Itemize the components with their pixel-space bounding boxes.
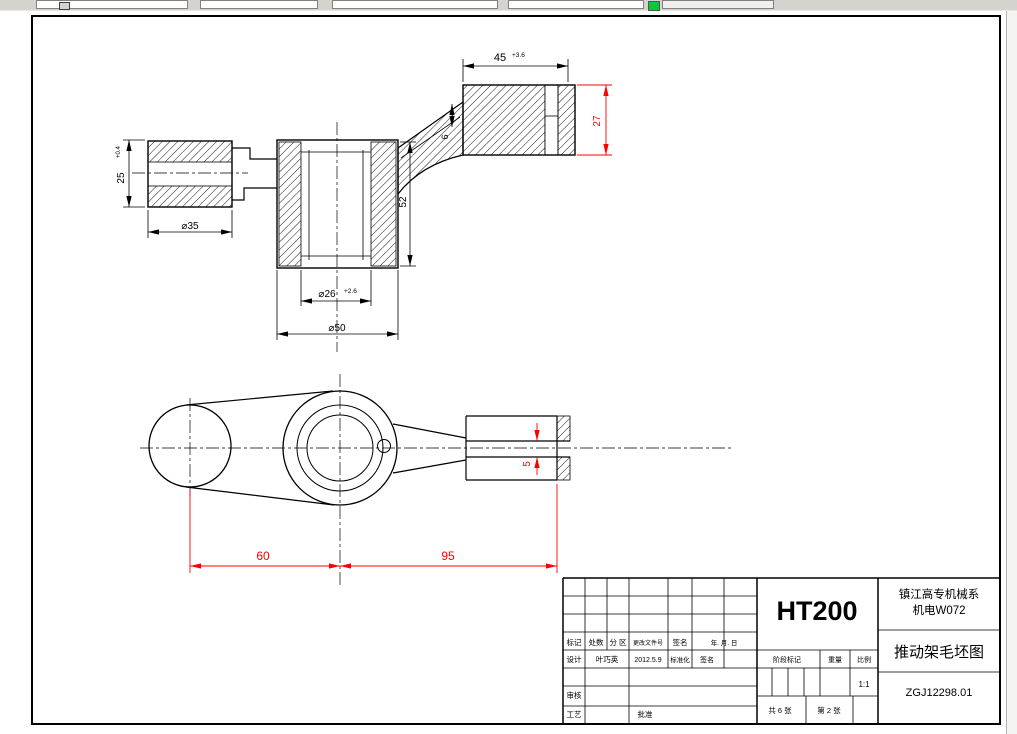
header-count: 处数 — [589, 637, 604, 647]
process-label: 工艺 — [567, 710, 582, 719]
section-connector[interactable] — [232, 147, 277, 201]
app-window: 45 +3.6 25 +0.4 ⌀35 ⌀26 +2.6 ⌀50 52 6 27… — [0, 0, 1017, 734]
sheet-number: 第 2 张 — [817, 705, 841, 715]
dim-25-label: 25 — [116, 172, 127, 184]
toolbar — [0, 0, 1017, 11]
org-name-line1: 镇江高专机械系 — [899, 587, 980, 601]
dim-5-label: 5 — [522, 461, 533, 467]
material-label: HT200 — [776, 596, 857, 626]
toolbar-panel[interactable] — [36, 0, 188, 10]
linetype-dropdown[interactable] — [332, 0, 498, 9]
approve-label: 批准 — [638, 709, 653, 719]
header-signature: 签名 — [673, 637, 688, 647]
dim-95-label: 95 — [441, 549, 455, 563]
section-left-tube[interactable] — [147, 140, 233, 208]
design-label: 设计 — [567, 654, 582, 664]
lineweight-dropdown[interactable] — [508, 0, 644, 9]
dim-dia26-label: ⌀26 — [318, 289, 336, 300]
sheet-total: 共 6 张 — [768, 706, 792, 715]
color-swatch[interactable] — [648, 1, 660, 11]
dim-60-label: 60 — [256, 549, 270, 563]
section-cylinder[interactable] — [276, 139, 399, 269]
dim-dia26-tol-label: +2.6 — [344, 288, 357, 295]
design-date: 2012.5.9 — [634, 657, 661, 664]
header-date: 年. 月. 日 — [711, 638, 738, 647]
org-name-line2: 机电W072 — [912, 603, 965, 617]
right-gutter[interactable] — [1006, 0, 1017, 734]
header-change-doc: 更改文件号 — [633, 639, 663, 647]
title-block[interactable]: HT200 镇江高专机械系 机电W072 推动架毛坯图 ZGJ12298.01 … — [562, 577, 1000, 724]
dim-25-tol-label: +0.4 — [116, 145, 122, 158]
scale-label: 比例 — [857, 655, 871, 664]
plotstyle-dropdown[interactable] — [662, 0, 774, 9]
layer-dropdown[interactable] — [200, 0, 318, 9]
toolbar-button[interactable] — [59, 2, 70, 10]
stage-mark-label: 阶段标记 — [773, 655, 801, 664]
part-geometry[interactable] — [132, 84, 732, 588]
designer-name: 叶巧英 — [596, 654, 619, 664]
standardization-label: 标准化 — [670, 655, 690, 664]
header-mark: 标记 — [567, 637, 582, 647]
review-label: 审核 — [567, 690, 582, 700]
dim-dia35-label: ⌀35 — [181, 221, 199, 232]
drawing-number: ZGJ12298.01 — [906, 687, 973, 699]
sign-label: 签名 — [700, 655, 714, 664]
dim-45-tol-label: +3.6 — [512, 52, 525, 59]
dim-45-label: 45 — [494, 52, 506, 64]
dim-6-label: 6 — [440, 134, 450, 139]
dim-52-label: 52 — [398, 196, 409, 208]
drawing-canvas[interactable]: 45 +3.6 25 +0.4 ⌀35 ⌀26 +2.6 ⌀50 52 6 27… — [0, 0, 1017, 734]
section-block[interactable] — [462, 84, 576, 156]
dim-dia50-label: ⌀50 — [328, 323, 346, 334]
scale-value: 1:1 — [858, 680, 870, 689]
section-arm[interactable] — [397, 100, 464, 196]
header-zone: 分 区 — [609, 638, 627, 647]
weight-label: 重量 — [828, 656, 842, 664]
dim-27-label: 27 — [592, 115, 603, 127]
drawing-title: 推动架毛坯图 — [894, 644, 984, 661]
